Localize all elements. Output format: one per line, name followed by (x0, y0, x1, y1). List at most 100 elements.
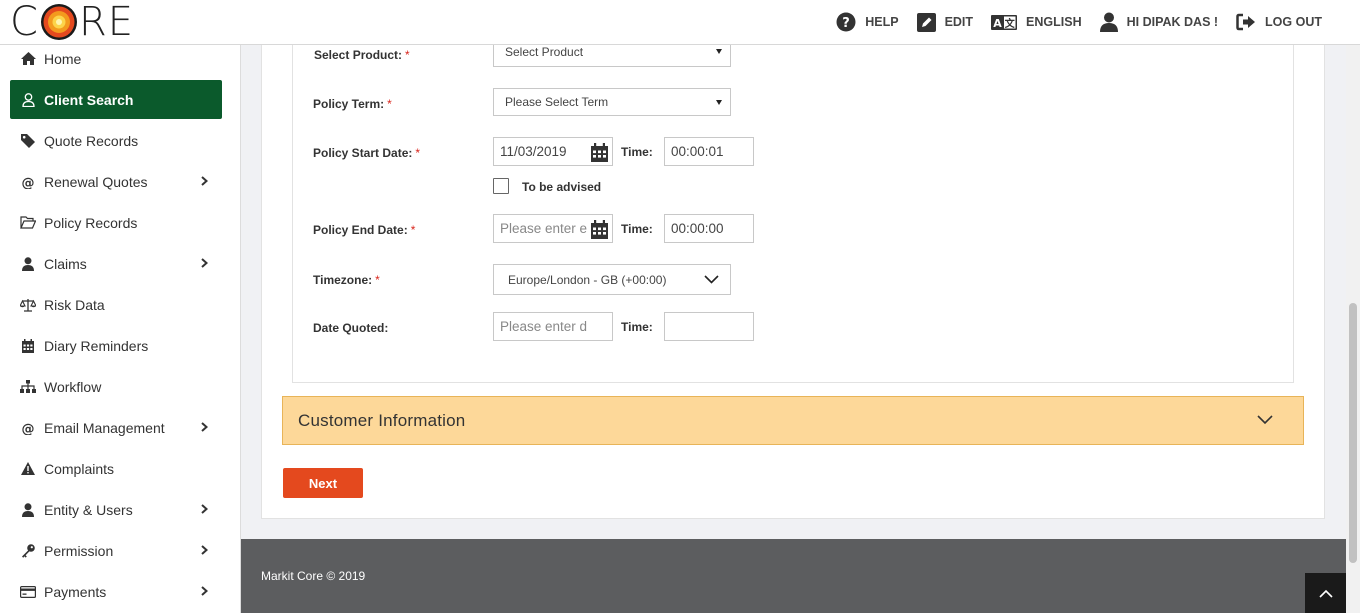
sidebar-item-home[interactable]: Home (10, 45, 222, 78)
end-date-placeholder: Please enter e (500, 221, 588, 236)
sidebar-item-workflow[interactable]: Workflow (10, 367, 222, 406)
chevron-up-icon (1318, 589, 1333, 598)
sidebar-item-quote-records[interactable]: Quote Records (10, 121, 222, 160)
policy-term-select[interactable]: Please Select Term (493, 88, 731, 116)
edit-label: EDIT (944, 15, 974, 29)
back-to-top-button[interactable] (1305, 573, 1346, 613)
credit-card-icon (20, 584, 36, 600)
logout-icon (1236, 13, 1256, 31)
sidebar-item-risk-data[interactable]: Risk Data (10, 285, 222, 324)
timezone-label: Timezone: * (313, 273, 380, 287)
at-icon: @ (20, 420, 36, 436)
sidebar-item-entity-users[interactable]: Entity & Users (10, 490, 222, 529)
chevron-right-icon (201, 422, 208, 432)
svg-text:?: ? (842, 16, 850, 31)
dropdown-caret-icon (716, 49, 722, 54)
required-mark: * (405, 48, 410, 62)
help-icon: ? (836, 12, 856, 32)
calendar-icon[interactable] (591, 143, 608, 162)
sidebar-item-label: Client Search (44, 91, 134, 108)
sitemap-icon (20, 379, 36, 395)
sidebar-item-policy-records[interactable]: Policy Records (10, 203, 222, 242)
edit-link[interactable]: EDIT (916, 12, 974, 32)
sidebar-item-email-management[interactable]: @ Email Management (10, 408, 222, 447)
dropdown-caret-icon (716, 100, 722, 105)
sidebar-item-label: Renewal Quotes (44, 173, 148, 190)
chevron-right-icon (201, 545, 208, 555)
quoted-time-input[interactable] (664, 312, 754, 341)
required-mark: * (387, 97, 392, 111)
key-icon (20, 543, 36, 559)
sidebar-item-complaints[interactable]: Complaints (10, 449, 222, 488)
logo-o-icon (40, 4, 77, 40)
sidebar-item-client-search[interactable]: Client Search (10, 80, 222, 119)
start-date-input[interactable]: 11/03/2019 (493, 137, 613, 166)
sidebar-item-label: Quote Records (44, 132, 139, 149)
svg-text:@: @ (22, 422, 35, 435)
warning-icon (20, 461, 36, 477)
to-be-advised-label: To be advised (522, 180, 602, 194)
sidebar-item-label: Permission (44, 542, 114, 559)
svg-text:文: 文 (1005, 17, 1016, 30)
sidebar-item-payments[interactable]: Payments (10, 572, 222, 611)
scrollbar-thumb[interactable] (1349, 303, 1357, 563)
sidebar-item-label: Home (44, 50, 82, 67)
policy-term-value: Please Select Term (505, 95, 609, 109)
start-time-input[interactable]: 00:00:01 (664, 137, 754, 166)
required-mark: * (410, 223, 416, 237)
policy-term-label: Policy Term: * (313, 97, 392, 111)
timezone-select[interactable]: Europe/London - GB (+00:00) (493, 264, 731, 295)
date-quoted-label: Date Quoted: (313, 321, 389, 335)
at-icon: @ (20, 174, 36, 190)
svg-text:A: A (993, 17, 1002, 30)
chevron-down-icon (704, 275, 719, 284)
end-time-input[interactable]: 00:00:00 (664, 214, 754, 243)
sidebar-item-label: Risk Data (44, 296, 105, 313)
to-be-advised-checkbox[interactable] (493, 178, 509, 194)
next-button[interactable]: Next (283, 468, 363, 498)
chevron-right-icon (201, 504, 208, 514)
sidebar-item-label: Complaints (44, 460, 115, 477)
user-menu[interactable]: HI DIPAK DAS ! (1099, 12, 1219, 32)
end-time-value: 00:00:00 (671, 221, 724, 236)
chevron-right-icon (201, 258, 208, 268)
end-time-label: Time: (621, 222, 653, 236)
calendar-icon (20, 338, 36, 354)
quoted-time-label: Time: (621, 320, 653, 334)
date-quoted-input[interactable]: Please enter d (493, 312, 613, 341)
start-time-value: 00:00:01 (671, 144, 724, 159)
top-nav: ? HELP EDIT A文 ENGLISH HI DIPAK DAS ! LO… (818, 0, 1322, 44)
help-link[interactable]: ? HELP (836, 12, 899, 32)
home-icon (20, 51, 36, 67)
sidebar-item-label: Email Management (44, 419, 165, 436)
policy-details-panel (292, 45, 1294, 383)
calendar-icon[interactable] (591, 220, 608, 239)
start-time-label: Time: (621, 145, 653, 159)
sidebar-item-label: Claims (44, 255, 87, 272)
customer-information-accordion[interactable]: Customer Information (282, 396, 1304, 445)
sidebar: Home Client Search Quote Records @ Renew… (0, 45, 241, 613)
chevron-down-icon (1257, 415, 1273, 425)
end-date-input[interactable]: Please enter e (493, 214, 613, 243)
sidebar-item-label: Workflow (44, 378, 102, 395)
translate-icon: A文 (991, 14, 1018, 30)
logo-letter-c: C (10, 0, 39, 45)
sidebar-item-permission[interactable]: Permission (10, 531, 222, 570)
sidebar-item-label: Payments (44, 583, 107, 600)
sidebar-item-diary-reminders[interactable]: Diary Reminders (10, 326, 222, 365)
required-mark: * (375, 273, 380, 287)
logo-letters-re: RE (78, 0, 135, 45)
tag-icon (20, 133, 36, 149)
start-date-value: 11/03/2019 (500, 144, 567, 159)
language-link[interactable]: A文 ENGLISH (991, 14, 1082, 30)
core-logo[interactable]: C RE (10, 2, 134, 42)
sidebar-item-claims[interactable]: Claims (10, 244, 222, 283)
user-icon (1099, 12, 1118, 32)
page-scrollbar[interactable] (1346, 45, 1360, 613)
user-greeting: HI DIPAK DAS ! (1126, 15, 1219, 29)
top-header: C RE ? HELP EDIT A文 ENGLISH HI DIPAK DAS… (0, 0, 1360, 45)
sidebar-item-renewal-quotes[interactable]: @ Renewal Quotes (10, 162, 222, 201)
sidebar-item-label: Diary Reminders (44, 337, 149, 354)
logout-link[interactable]: LOG OUT (1236, 13, 1322, 31)
edit-icon (916, 12, 936, 32)
